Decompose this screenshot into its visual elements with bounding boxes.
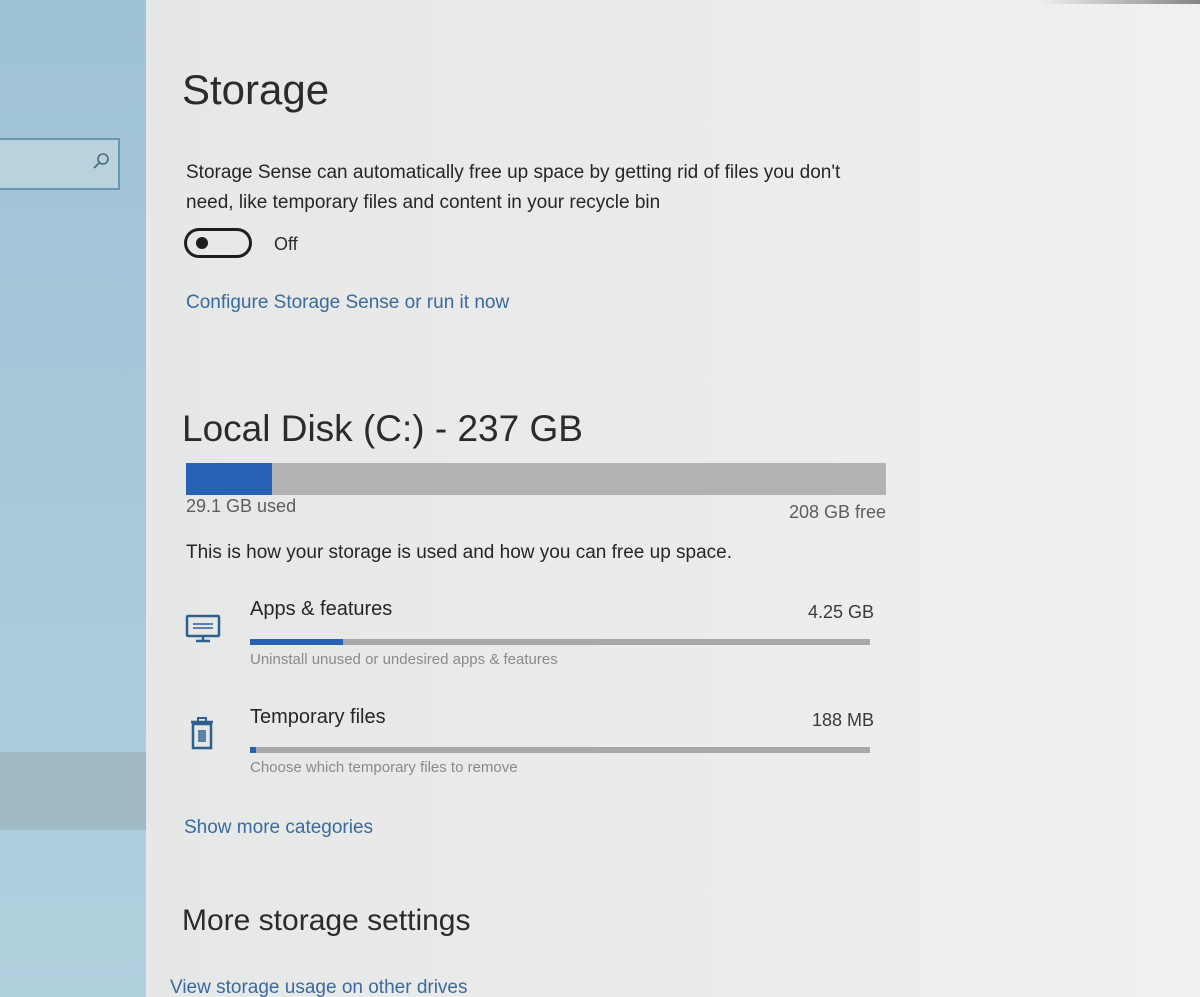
category-name: Apps & features xyxy=(250,598,393,620)
category-name: Temporary files xyxy=(250,706,386,728)
category-temporary-files[interactable]: Temporary files 188 MB Choose which temp… xyxy=(184,704,874,788)
storage-sense-toggle[interactable] xyxy=(184,228,252,258)
category-apps-features[interactable]: Apps & features 4.25 GB Uninstall unused… xyxy=(184,596,874,680)
storage-sense-description: Storage Sense can automatically free up … xyxy=(186,162,841,213)
category-subtitle: Choose which temporary files to remove xyxy=(250,759,518,776)
nav-selected-item[interactable] xyxy=(0,752,146,830)
search-icon[interactable] xyxy=(92,152,110,170)
page-title: Storage xyxy=(182,66,330,113)
category-usage-fill xyxy=(250,639,343,645)
disk-free-label: 208 GB free xyxy=(788,502,886,522)
category-usage-bar xyxy=(250,747,870,753)
trash-icon xyxy=(184,714,224,754)
category-usage-fill xyxy=(250,747,257,753)
configure-storage-sense-link[interactable]: Configure Storage Sense or run it now xyxy=(186,292,509,314)
disk-usage-fill xyxy=(186,463,273,495)
disk-title: Local Disk (C:) - 237 GB xyxy=(182,408,583,449)
category-size: 4.25 GB xyxy=(807,602,874,622)
toggle-knob xyxy=(196,237,208,249)
view-other-drives-link[interactable]: View storage usage on other drives xyxy=(170,977,468,997)
category-usage-bar xyxy=(250,639,870,645)
storage-settings-page: Storage Storage Sense can automatically … xyxy=(146,0,1200,997)
search-box[interactable] xyxy=(0,138,120,190)
show-more-categories-link[interactable]: Show more categories xyxy=(184,817,373,839)
screen-edge xyxy=(1040,0,1200,4)
disk-usage-bar xyxy=(186,463,886,495)
storage-sense-toggle-label: Off xyxy=(274,234,298,254)
disk-used-label: 29.1 GB used xyxy=(186,496,297,516)
category-size: 188 MB xyxy=(811,710,874,730)
monitor-icon xyxy=(184,606,224,646)
usage-description: This is how your storage is used and how… xyxy=(186,542,733,563)
category-subtitle: Uninstall unused or undesired apps & fea… xyxy=(250,651,558,668)
more-storage-settings-heading: More storage settings xyxy=(182,904,471,937)
navigation-pane xyxy=(0,0,146,997)
